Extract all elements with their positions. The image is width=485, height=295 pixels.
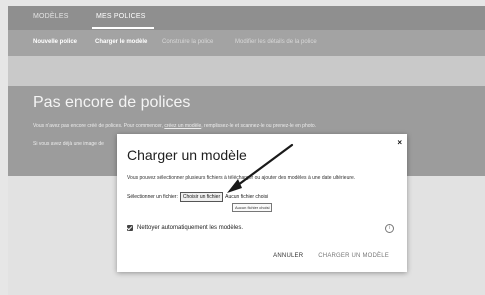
toolbar-band: [8, 56, 485, 86]
upload-template-dialog: × Charger un modèle Vous pouvez sélectio…: [117, 134, 407, 272]
active-tab-indicator: [92, 27, 154, 29]
empty-state-text-start: Vous n'avez pas encore créé de polices. …: [33, 123, 163, 129]
no-file-text: Aucun fichier choisi: [225, 194, 269, 200]
auto-clean-label: Nettoyer automatiquement les modèles.: [137, 225, 244, 231]
tab-mes-polices[interactable]: MES POLICES: [96, 13, 146, 20]
empty-state-text-end: , remplissez-le et scannez-le ou prenez-…: [201, 123, 317, 129]
dialog-description: Vous pouvez sélectionner plusieurs fichi…: [127, 175, 356, 181]
top-navigation: MODÈLES MES POLICES: [8, 6, 485, 30]
subtab-charger-le-modele[interactable]: Charger le modèle: [95, 39, 147, 45]
subtab-construire-la-police[interactable]: Construire la police: [162, 39, 213, 45]
choose-file-button[interactable]: Choisir un fichier: [179, 192, 224, 202]
sub-navigation: Nouvelle police Charger le modèle Constr…: [8, 30, 485, 56]
create-template-link[interactable]: créez un modèle: [164, 123, 201, 129]
file-select-row: Sélectionner un fichier: Choisir un fich…: [127, 192, 268, 202]
auto-clean-row: Nettoyer automatiquement les modèles.: [127, 225, 243, 231]
empty-state-text-2: Si vous avez déjà une image de: [33, 141, 104, 147]
upload-template-button[interactable]: CHARGER UN MODÈLE: [318, 253, 389, 259]
auto-clean-checkbox[interactable]: [127, 225, 133, 231]
tab-modeles[interactable]: MODÈLES: [33, 13, 69, 20]
cancel-button[interactable]: ANNULER: [273, 253, 303, 259]
dialog-actions: ANNULER CHARGER UN MODÈLE: [273, 253, 389, 259]
subtab-nouvelle-police[interactable]: Nouvelle police: [33, 39, 77, 45]
dialog-title: Charger un modèle: [127, 147, 247, 163]
file-select-label: Sélectionner un fichier:: [127, 194, 178, 200]
empty-state-text: Vous n'avez pas encore créé de polices. …: [33, 123, 316, 129]
close-icon[interactable]: ×: [397, 138, 402, 147]
info-icon[interactable]: i: [385, 224, 394, 233]
file-tooltip: Aucun fichier choisi: [232, 203, 273, 212]
subtab-modifier-details[interactable]: Modifier les détails de la police: [235, 39, 317, 45]
empty-state-title: Pas encore de polices: [33, 94, 191, 111]
